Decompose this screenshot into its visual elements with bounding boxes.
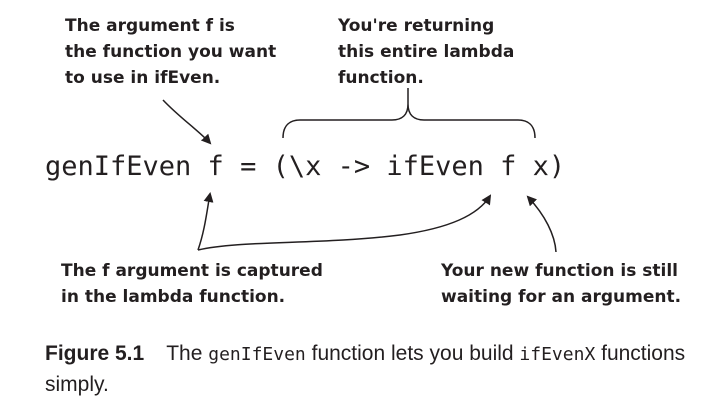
figure-label: Figure 5.1	[45, 342, 145, 365]
arrow-captured-to-lambda-f	[197, 194, 492, 251]
annotation-f-captured: The f argument is captured in the lambda…	[61, 261, 323, 307]
figure-caption: Figure 5.1 The genIfEven function lets yo…	[45, 339, 705, 400]
arrow-captured-to-first-f	[197, 192, 214, 251]
arrow-waiting-to-x	[526, 195, 557, 253]
caption-text-middle: function lets you build	[305, 342, 520, 365]
caption-code-genifeven: genIfEven	[208, 344, 306, 365]
lambda-brace	[282, 103, 536, 139]
caption-text-before: The	[166, 342, 209, 365]
annotation-waiting-argument: Your new function is still waiting for a…	[441, 261, 682, 307]
arrow-to-f-argument	[162, 99, 212, 145]
caption-code-ifevenx: ifEvenX	[519, 344, 596, 365]
